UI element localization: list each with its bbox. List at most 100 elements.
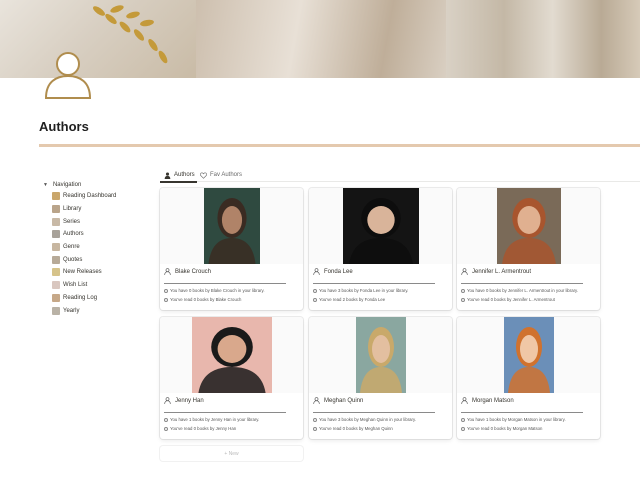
author-photo — [203, 188, 260, 264]
sidebar-item-label: Reading Log — [63, 294, 98, 301]
view-tabs: Authors Fav Authors — [160, 168, 640, 182]
formula-circle-icon — [164, 288, 168, 293]
read-count-text: You've read 0 books by Meghan Quinn — [313, 426, 393, 431]
author-photo — [342, 188, 419, 264]
sidebar-item-quotes[interactable]: Quotes — [43, 253, 153, 266]
formula-circle-icon — [461, 417, 465, 422]
formula-text: You have 1 books by Jenny Han in your li… — [170, 417, 260, 422]
series-icon — [52, 217, 60, 226]
author-name-text: Blake Crouch — [175, 268, 212, 275]
author-card[interactable]: Morgan Matson You have 1 books by Morgan … — [457, 317, 600, 439]
active-tab-indicator — [160, 181, 197, 183]
person-icon — [461, 268, 468, 275]
author-card[interactable]: Blake Crouch You have 0 books by Blake Cr… — [160, 188, 303, 310]
cover-image-statue — [196, 0, 446, 78]
heart-icon — [200, 172, 207, 179]
library-count-text: You have 3 books by Meghan Quinn in your… — [313, 417, 416, 422]
author-card[interactable]: Jenny Han You have 1 books by Jenny Han i… — [160, 317, 303, 439]
formula-circle-icon — [164, 417, 168, 422]
formula-circle-icon — [461, 288, 465, 293]
sidebar-item-yearly[interactable]: Yearly — [43, 304, 153, 317]
author-card[interactable]: Jennifer L. Armentrout You have 0 books b… — [457, 188, 600, 310]
card-cover — [160, 188, 303, 264]
sidebar-item-library[interactable]: Library — [43, 203, 153, 216]
sidebar-item-series[interactable]: Series — [43, 215, 153, 228]
author-card[interactable]: Meghan Quinn You have 3 books by Meghan Q… — [309, 317, 452, 439]
author-name: Jennifer L. Armentrout — [461, 268, 531, 275]
formula-text: You've read 2 books by Fonda Lee — [319, 297, 386, 302]
cover-banner — [0, 0, 640, 78]
sidebar-item-wish-list[interactable]: Wish List — [43, 279, 153, 292]
calendar-icon — [52, 306, 60, 315]
formula-text: You've read 0 books by Morgan Matson — [467, 426, 543, 431]
book-icon — [52, 192, 60, 201]
card-divider — [313, 412, 435, 413]
cover-image-books — [446, 0, 640, 78]
author-name-text: Jenny Han — [175, 397, 204, 404]
sidebar-item-label: Reading Dashboard — [63, 193, 117, 200]
page-person-icon[interactable] — [42, 48, 94, 100]
page-title: Authors — [39, 119, 89, 134]
navigation-header: Navigation — [52, 182, 82, 188]
author-photo — [496, 188, 561, 264]
person-icon — [313, 268, 320, 275]
navigation-toggle[interactable]: ▼ Navigation — [43, 180, 153, 190]
library-icon — [52, 205, 60, 214]
sidebar-item-authors[interactable]: Authors — [43, 228, 153, 241]
formula-text: You've read 0 books by Jennifer L. Armen… — [467, 297, 555, 302]
tab-authors[interactable]: Authors — [164, 170, 195, 180]
tab-label: Fav Authors — [210, 172, 243, 178]
person-icon — [461, 397, 468, 404]
card-cover — [160, 317, 303, 393]
navigation-toggle-list: ▼ Navigation Reading Dashboard Library Ser… — [43, 180, 153, 317]
tag-icon — [52, 243, 60, 252]
library-count-text: You have 1 books by Morgan Matson in you… — [461, 417, 566, 422]
author-name: Meghan Quinn — [313, 397, 363, 404]
person-icon — [313, 397, 320, 404]
sidebar-item-label: Quotes — [63, 256, 83, 263]
person-icon — [164, 268, 171, 275]
read-count-text: You've read 0 books by Jenny Han — [164, 426, 236, 431]
card-divider — [164, 283, 286, 284]
sidebar-item-label: Wish List — [63, 282, 88, 289]
sidebar-item-genre[interactable]: Genre — [43, 241, 153, 254]
read-count-text: You've read 0 books by Blake Crouch — [164, 297, 241, 302]
author-name-text: Morgan Matson — [472, 397, 514, 404]
person-icon — [164, 397, 171, 404]
author-photo — [355, 317, 406, 393]
author-card[interactable]: Fonda Lee You have 3 books by Fonda Lee i… — [309, 188, 452, 310]
sidebar-item-label: Authors — [63, 231, 84, 238]
formula-text: You have 1 books by Morgan Matson in you… — [467, 417, 566, 422]
author-photo — [503, 317, 554, 393]
title-divider — [39, 144, 640, 147]
cover-image-teacup — [0, 0, 196, 78]
formula-circle-icon — [461, 426, 465, 431]
formula-circle-icon — [461, 297, 465, 302]
sidebar-item-label: Genre — [63, 244, 80, 251]
card-cover — [309, 188, 452, 264]
new-card-button[interactable]: + New — [160, 446, 303, 461]
card-divider — [461, 283, 583, 284]
author-name: Fonda Lee — [313, 268, 353, 275]
formula-circle-icon — [164, 297, 168, 302]
star-icon — [52, 268, 60, 277]
author-name: Jenny Han — [164, 397, 204, 404]
person-icon — [164, 172, 171, 179]
formula-circle-icon — [313, 297, 317, 302]
log-icon — [52, 293, 60, 302]
sidebar-item-reading-log[interactable]: Reading Log — [43, 292, 153, 305]
sidebar-item-new-releases[interactable]: New Releases — [43, 266, 153, 279]
sidebar-item-label: Series — [63, 218, 81, 225]
toggle-triangle-icon[interactable]: ▼ — [43, 182, 48, 188]
read-count-text: You've read 2 books by Fonda Lee — [313, 297, 385, 302]
card-cover — [457, 188, 600, 264]
sidebar-item-label: Yearly — [63, 307, 80, 314]
formula-circle-icon — [313, 417, 317, 422]
sidebar-item-reading-dashboard[interactable]: Reading Dashboard — [43, 190, 153, 203]
author-name-text: Jennifer L. Armentrout — [472, 268, 532, 275]
tab-fav-authors[interactable]: Fav Authors — [200, 170, 242, 180]
library-count-text: You have 0 books by Jennifer L. Armentro… — [461, 288, 578, 293]
quote-icon — [52, 255, 60, 264]
card-divider — [313, 283, 435, 284]
formula-circle-icon — [313, 288, 317, 293]
